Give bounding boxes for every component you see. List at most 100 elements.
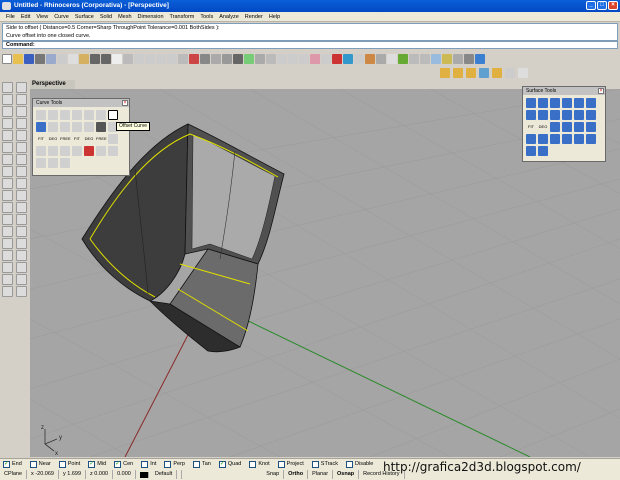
line-icon[interactable] bbox=[16, 94, 27, 105]
help-icon[interactable] bbox=[398, 53, 408, 64]
explode-icon[interactable] bbox=[16, 214, 27, 225]
surface-tool-icon[interactable] bbox=[526, 146, 536, 156]
cplane-tool-icon[interactable] bbox=[16, 286, 27, 297]
fit-button[interactable]: FIT bbox=[526, 122, 536, 132]
toolbar-icon-42[interactable] bbox=[453, 53, 463, 64]
lock-icon[interactable] bbox=[310, 53, 320, 64]
mirror-icon[interactable] bbox=[2, 250, 13, 261]
offset-icon[interactable] bbox=[16, 142, 27, 153]
snap-toggle[interactable]: Snap bbox=[262, 470, 285, 479]
surface-tool-icon[interactable] bbox=[562, 110, 572, 120]
move-icon[interactable] bbox=[2, 226, 13, 237]
mesh-icon[interactable] bbox=[2, 178, 13, 189]
project-icon[interactable] bbox=[2, 286, 13, 297]
undo-icon[interactable] bbox=[90, 53, 100, 64]
new-file-icon[interactable] bbox=[2, 53, 12, 64]
toolbar-icon-40[interactable] bbox=[431, 53, 441, 64]
toolbar-icon-43[interactable] bbox=[464, 53, 474, 64]
menu-transform[interactable]: Transform bbox=[167, 12, 198, 21]
layer-selector[interactable]: Default bbox=[136, 470, 183, 479]
surface-tool-icon[interactable] bbox=[526, 134, 536, 144]
surface-tool-icon[interactable] bbox=[586, 122, 596, 132]
offset-curve-icon[interactable] bbox=[108, 110, 118, 120]
osnap-mid[interactable]: ✓ Mid bbox=[88, 460, 106, 468]
edit-points-icon[interactable] bbox=[16, 274, 27, 285]
surface-tool-icon[interactable] bbox=[550, 134, 560, 144]
surface-tool-icon[interactable] bbox=[562, 98, 572, 108]
group-icon[interactable] bbox=[16, 262, 27, 273]
osnap-near[interactable]: Near bbox=[29, 460, 51, 468]
checkbox[interactable] bbox=[346, 460, 353, 468]
extrude-icon[interactable] bbox=[16, 154, 27, 165]
menu-mesh[interactable]: Mesh bbox=[115, 12, 134, 21]
surface-tool-icon[interactable] bbox=[550, 110, 560, 120]
object-props-icon[interactable] bbox=[354, 53, 364, 64]
analyze-icon[interactable] bbox=[2, 262, 13, 273]
surface-tool-icon[interactable] bbox=[586, 134, 596, 144]
render-tool-icon[interactable] bbox=[440, 68, 450, 78]
layers-icon[interactable] bbox=[332, 53, 342, 64]
zoom-selected-icon[interactable] bbox=[167, 53, 177, 64]
checkbox[interactable] bbox=[311, 460, 319, 468]
curve-tool-icon[interactable] bbox=[48, 146, 58, 156]
xray-icon[interactable] bbox=[266, 53, 276, 64]
checkbox[interactable]: ✓ bbox=[114, 460, 122, 468]
print-icon[interactable] bbox=[35, 53, 45, 64]
curve-tool-icon[interactable] bbox=[60, 122, 70, 132]
control-points-icon[interactable] bbox=[2, 274, 13, 285]
undo-view-icon[interactable] bbox=[178, 53, 188, 64]
osnap-perp[interactable]: Perp bbox=[164, 460, 185, 468]
surface-tool-icon[interactable] bbox=[574, 134, 584, 144]
osnap-strack[interactable]: STrack bbox=[311, 460, 338, 468]
shaded-icon[interactable] bbox=[233, 53, 243, 64]
osnap-toggle[interactable]: Osnap bbox=[333, 470, 360, 479]
import-icon[interactable] bbox=[46, 53, 56, 64]
viewport-title-tab[interactable]: Perspective bbox=[30, 80, 75, 89]
curve-tool-icon[interactable] bbox=[36, 146, 46, 156]
menu-solid[interactable]: Solid bbox=[97, 12, 115, 21]
surface-tool-icon[interactable] bbox=[574, 110, 584, 120]
line-tool-icon[interactable] bbox=[36, 110, 46, 120]
curve-tool-icon[interactable] bbox=[72, 110, 82, 120]
deg-button[interactable]: DEG bbox=[48, 134, 58, 144]
rotate-icon[interactable] bbox=[2, 238, 13, 249]
copy-icon[interactable] bbox=[68, 53, 78, 64]
ghosted-icon[interactable] bbox=[255, 53, 265, 64]
fillet-icon[interactable] bbox=[16, 190, 27, 201]
close-button[interactable]: × bbox=[608, 1, 618, 10]
surface-tool-icon[interactable] bbox=[574, 122, 584, 132]
checkbox[interactable] bbox=[141, 460, 149, 468]
arc-icon[interactable] bbox=[16, 118, 27, 129]
close-icon[interactable]: × bbox=[122, 100, 128, 106]
wireframe-icon[interactable] bbox=[222, 53, 232, 64]
curve-tool-icon[interactable] bbox=[84, 110, 94, 120]
render-tool-icon[interactable] bbox=[453, 68, 463, 78]
free-button[interactable]: FREE bbox=[60, 134, 71, 144]
curve-tool-icon[interactable] bbox=[60, 146, 70, 156]
ortho-toggle[interactable]: Ortho bbox=[284, 470, 309, 479]
hide-icon[interactable] bbox=[288, 53, 298, 64]
render-tool-icon[interactable] bbox=[492, 68, 502, 78]
minimize-button[interactable]: _ bbox=[586, 1, 596, 10]
checkbox[interactable] bbox=[192, 460, 200, 468]
curve-tool-icon[interactable] bbox=[84, 122, 94, 132]
checkbox[interactable] bbox=[277, 460, 285, 468]
menu-dimension[interactable]: Dimension bbox=[135, 12, 167, 21]
four-viewports-icon[interactable] bbox=[189, 53, 199, 64]
toolbar-icon-41[interactable] bbox=[442, 53, 452, 64]
surface-tool-icon[interactable] bbox=[526, 98, 536, 108]
surface-tool-icon[interactable] bbox=[538, 98, 548, 108]
curve-tool-icon[interactable] bbox=[84, 146, 94, 156]
surface-tools-titlebar[interactable]: Surface Tools × bbox=[523, 87, 605, 95]
checkbox[interactable]: ✓ bbox=[3, 460, 10, 468]
cut-icon[interactable] bbox=[57, 53, 67, 64]
checkbox[interactable] bbox=[249, 460, 257, 468]
text-icon[interactable] bbox=[2, 142, 13, 153]
trim-icon[interactable] bbox=[2, 202, 13, 213]
render-tool-icon[interactable] bbox=[466, 68, 476, 78]
polygon-icon[interactable] bbox=[16, 130, 27, 141]
properties-icon[interactable] bbox=[343, 53, 353, 64]
ellipse-icon[interactable] bbox=[2, 130, 13, 141]
unlock-icon[interactable] bbox=[321, 53, 331, 64]
render-preview-icon[interactable] bbox=[244, 53, 254, 64]
